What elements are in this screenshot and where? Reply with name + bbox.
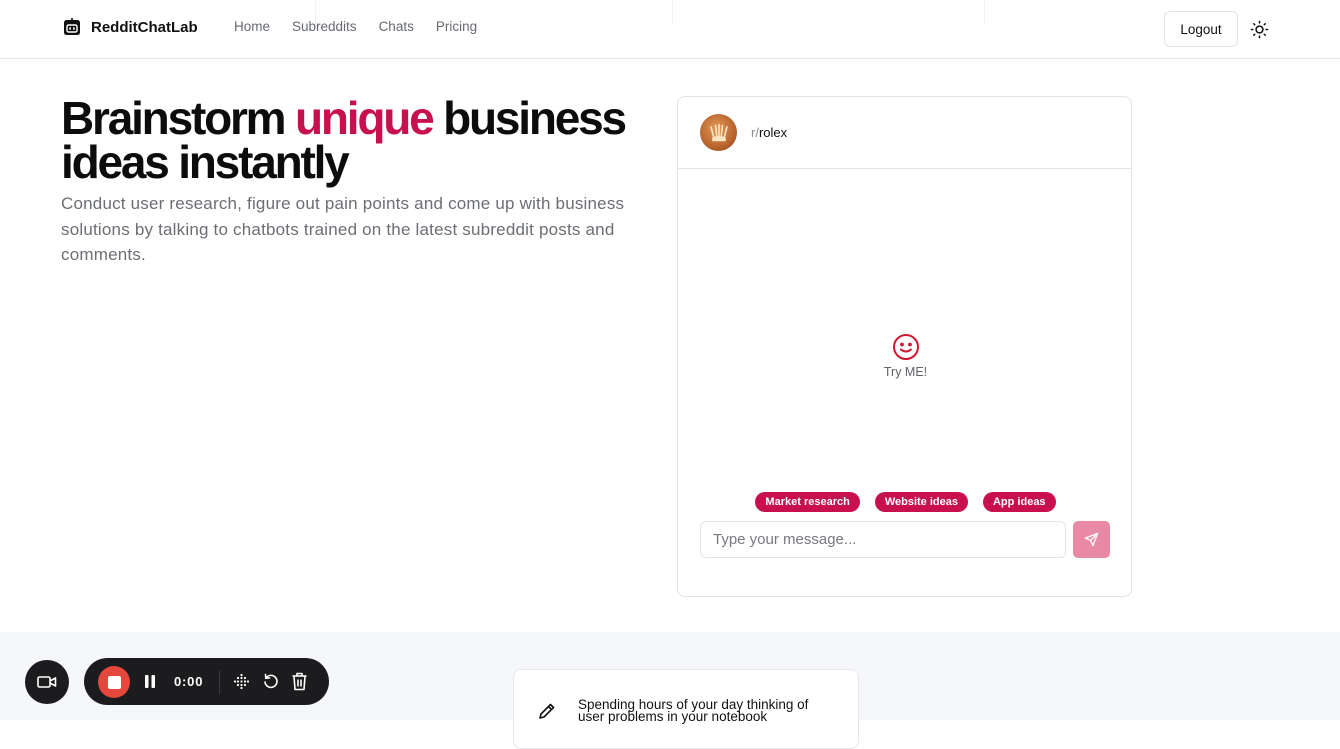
recording-timer: 0:00: [174, 674, 204, 689]
pencil-icon: [539, 703, 555, 719]
subreddit-avatar: [700, 114, 737, 151]
chat-demo-card: r/rolex Try ME! Market research Website …: [677, 96, 1132, 597]
suggestion-app-ideas[interactable]: App ideas: [982, 492, 1056, 512]
robot-icon: [64, 18, 80, 35]
top-navbar: RedditChatLab Home Subreddits Chats Pric…: [0, 0, 1340, 59]
send-button[interactable]: [1073, 521, 1110, 558]
nav-link-pricing[interactable]: Pricing: [436, 19, 477, 34]
hero-title: Brainstorm unique business ideas instant…: [61, 95, 661, 185]
trash-icon[interactable]: [291, 672, 308, 691]
grid-dots-icon[interactable]: [233, 673, 250, 690]
nav-link-subreddits[interactable]: Subreddits: [292, 19, 357, 34]
suggestion-market-research[interactable]: Market research: [755, 492, 860, 512]
nav-links: Home Subreddits Chats Pricing: [234, 19, 477, 34]
subreddit-prefix: r/: [751, 125, 759, 140]
stop-recording-button[interactable]: [98, 666, 130, 698]
send-icon: [1084, 532, 1099, 547]
screen-recorder-toolbar: 0:00: [84, 658, 329, 705]
chat-header: r/rolex: [678, 97, 1131, 169]
crown-icon: [709, 123, 728, 141]
stop-icon: [107, 675, 121, 689]
pause-icon[interactable]: [143, 674, 157, 689]
smiley-icon: [892, 334, 919, 360]
suggestion-chips: Market research Website ideas App ideas: [678, 492, 1133, 512]
brand-name: RedditChatLab: [91, 18, 198, 36]
chat-empty-state: Try ME!: [678, 333, 1133, 381]
camera-toggle-button[interactable]: [25, 660, 69, 704]
nav-link-home[interactable]: Home: [234, 19, 270, 34]
subreddit-name: r/rolex: [751, 125, 787, 140]
brand-logo[interactable]: RedditChatLab: [63, 18, 198, 36]
subreddit-label: rolex: [758, 125, 788, 140]
feature-card: Spending hours of your day thinking of u…: [513, 669, 859, 749]
nav-link-chats[interactable]: Chats: [379, 19, 414, 34]
try-me-label: Try ME!: [883, 365, 928, 379]
message-input[interactable]: [700, 521, 1066, 558]
logout-button[interactable]: Logout: [1164, 11, 1238, 47]
sun-icon[interactable]: [1250, 20, 1269, 39]
restart-icon[interactable]: [262, 673, 279, 690]
hero-subtitle: Conduct user research, figure out pain p…: [61, 194, 625, 264]
toolbar-divider: [219, 670, 220, 694]
video-camera-icon: [37, 676, 57, 688]
suggestion-website-ideas[interactable]: Website ideas: [874, 492, 968, 512]
feature-text: Spending hours of your day thinking of u…: [578, 697, 809, 724]
